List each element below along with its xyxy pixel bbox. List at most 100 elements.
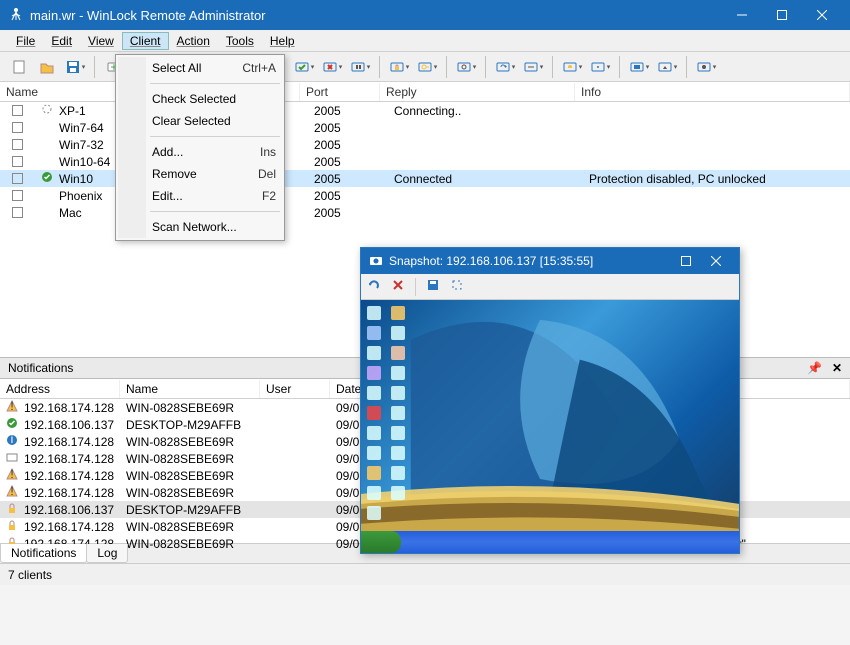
tb-snapshot-button[interactable] bbox=[693, 54, 719, 80]
notif-address: 192.168.174.128 bbox=[24, 486, 126, 500]
status-icon bbox=[41, 171, 55, 186]
client-port: 2005 bbox=[314, 206, 394, 220]
menu-file[interactable]: File bbox=[8, 32, 43, 50]
checkbox[interactable] bbox=[12, 139, 23, 150]
notif-icon: i bbox=[6, 434, 20, 449]
ncol-name[interactable]: Name bbox=[120, 380, 260, 398]
snapshot-window[interactable]: Snapshot: 192.168.106.137 [15:35:55] bbox=[360, 247, 740, 554]
checkbox[interactable] bbox=[12, 156, 23, 167]
save-button[interactable] bbox=[62, 54, 88, 80]
notif-name: WIN-0828SEBE69R bbox=[126, 435, 266, 449]
tb-computer-button[interactable] bbox=[654, 54, 680, 80]
notif-name: WIN-0828SEBE69R bbox=[126, 452, 266, 466]
menu-action[interactable]: Action bbox=[169, 32, 218, 50]
checkbox[interactable] bbox=[12, 207, 23, 218]
start-button-icon bbox=[361, 531, 401, 553]
client-port: 2005 bbox=[314, 155, 394, 169]
ncol-user[interactable]: User bbox=[260, 380, 330, 398]
notif-icon bbox=[6, 451, 20, 466]
snapshot-refresh-icon[interactable] bbox=[367, 278, 381, 295]
notif-address: 192.168.174.128 bbox=[24, 435, 126, 449]
menu-select-all[interactable]: Select AllCtrl+A bbox=[118, 57, 282, 79]
notif-address: 192.168.174.128 bbox=[24, 520, 126, 534]
snapshot-delete-icon[interactable] bbox=[391, 278, 405, 295]
col-info[interactable]: Info bbox=[575, 83, 850, 101]
snapshot-titlebar[interactable]: Snapshot: 192.168.106.137 [15:35:55] bbox=[361, 248, 739, 274]
tb-bell-button[interactable] bbox=[559, 54, 585, 80]
tab-log[interactable]: Log bbox=[86, 544, 128, 563]
checkbox[interactable] bbox=[12, 122, 23, 133]
ncol-address[interactable]: Address bbox=[0, 380, 120, 398]
status-text: 7 clients bbox=[8, 568, 52, 582]
notif-icon: ! bbox=[6, 485, 20, 500]
menu-client[interactable]: Client bbox=[122, 32, 169, 50]
col-reply[interactable]: Reply bbox=[380, 83, 575, 101]
menu-remove[interactable]: RemoveDel bbox=[118, 163, 282, 185]
client-reply: Connected bbox=[394, 172, 589, 186]
menu-add[interactable]: Add...Ins bbox=[118, 141, 282, 163]
notif-name: DESKTOP-M29AFFB bbox=[126, 503, 266, 517]
menu-bar: File Edit View Client Action Tools Help bbox=[0, 30, 850, 52]
tb-lock-button[interactable] bbox=[386, 54, 412, 80]
client-dropdown: Select AllCtrl+A Check Selected Clear Se… bbox=[115, 54, 285, 241]
notif-icon: ! bbox=[6, 468, 20, 483]
tb-check-button[interactable] bbox=[291, 54, 317, 80]
checkbox[interactable] bbox=[12, 173, 23, 184]
maximize-button[interactable] bbox=[762, 0, 802, 30]
notif-name: WIN-0828SEBE69R bbox=[126, 537, 266, 551]
title-bar: main.wr - WinLock Remote Administrator bbox=[0, 0, 850, 30]
close-button[interactable] bbox=[802, 0, 842, 30]
menu-edit-item[interactable]: Edit...F2 bbox=[118, 185, 282, 207]
snapshot-toolbar bbox=[361, 274, 739, 300]
notif-icon bbox=[6, 519, 20, 534]
client-port: 2005 bbox=[314, 104, 394, 118]
tb-key-button[interactable] bbox=[414, 54, 440, 80]
client-port: 2005 bbox=[314, 138, 394, 152]
tab-notifications[interactable]: Notifications bbox=[0, 544, 87, 563]
app-icon bbox=[8, 6, 24, 25]
menu-clear-selected[interactable]: Clear Selected bbox=[118, 110, 282, 132]
snapshot-title: Snapshot: 192.168.106.137 [15:35:55] bbox=[389, 254, 593, 268]
client-port: 2005 bbox=[314, 172, 394, 186]
tb-pause-button[interactable] bbox=[347, 54, 373, 80]
snapshot-close[interactable] bbox=[701, 248, 731, 274]
menu-check-selected[interactable]: Check Selected bbox=[118, 88, 282, 110]
menu-help[interactable]: Help bbox=[262, 32, 303, 50]
notif-name: WIN-0828SEBE69R bbox=[126, 520, 266, 534]
tb-network-button[interactable] bbox=[626, 54, 652, 80]
close-panel-icon[interactable]: ✕ bbox=[832, 361, 842, 375]
open-button[interactable] bbox=[34, 54, 60, 80]
tb-link-button[interactable] bbox=[520, 54, 546, 80]
svg-text:i: i bbox=[11, 434, 14, 446]
snapshot-save-icon[interactable] bbox=[426, 278, 440, 295]
client-port: 2005 bbox=[314, 121, 394, 135]
status-bar: 7 clients bbox=[0, 563, 850, 585]
svg-text:!: ! bbox=[10, 468, 13, 480]
notif-icon bbox=[6, 417, 20, 432]
client-reply: Connecting.. bbox=[394, 104, 589, 118]
svg-text:!: ! bbox=[10, 400, 13, 412]
col-port[interactable]: Port bbox=[300, 83, 380, 101]
new-button[interactable] bbox=[6, 54, 32, 80]
tb-info-button[interactable] bbox=[587, 54, 613, 80]
checkbox[interactable] bbox=[12, 105, 23, 116]
notif-address: 192.168.106.137 bbox=[24, 418, 126, 432]
menu-view[interactable]: View bbox=[80, 32, 122, 50]
pin-icon[interactable]: 📌 bbox=[807, 361, 822, 375]
tb-refresh-button[interactable] bbox=[492, 54, 518, 80]
snapshot-maximize[interactable] bbox=[671, 248, 701, 274]
menu-tools[interactable]: Tools bbox=[218, 32, 262, 50]
minimize-button[interactable] bbox=[722, 0, 762, 30]
menu-edit[interactable]: Edit bbox=[43, 32, 80, 50]
snapshot-fullscreen-icon[interactable] bbox=[450, 278, 464, 295]
notifications-title: Notifications bbox=[8, 361, 73, 375]
notif-address: 192.168.174.128 bbox=[24, 401, 126, 415]
tb-gear-button[interactable] bbox=[453, 54, 479, 80]
notif-address: 192.168.174.128 bbox=[24, 469, 126, 483]
menu-scan-network[interactable]: Scan Network... bbox=[118, 216, 282, 238]
window-title: main.wr - WinLock Remote Administrator bbox=[30, 8, 266, 23]
notif-address: 192.168.174.128 bbox=[24, 452, 126, 466]
checkbox[interactable] bbox=[12, 190, 23, 201]
tb-deny-button[interactable] bbox=[319, 54, 345, 80]
client-port: 2005 bbox=[314, 189, 394, 203]
